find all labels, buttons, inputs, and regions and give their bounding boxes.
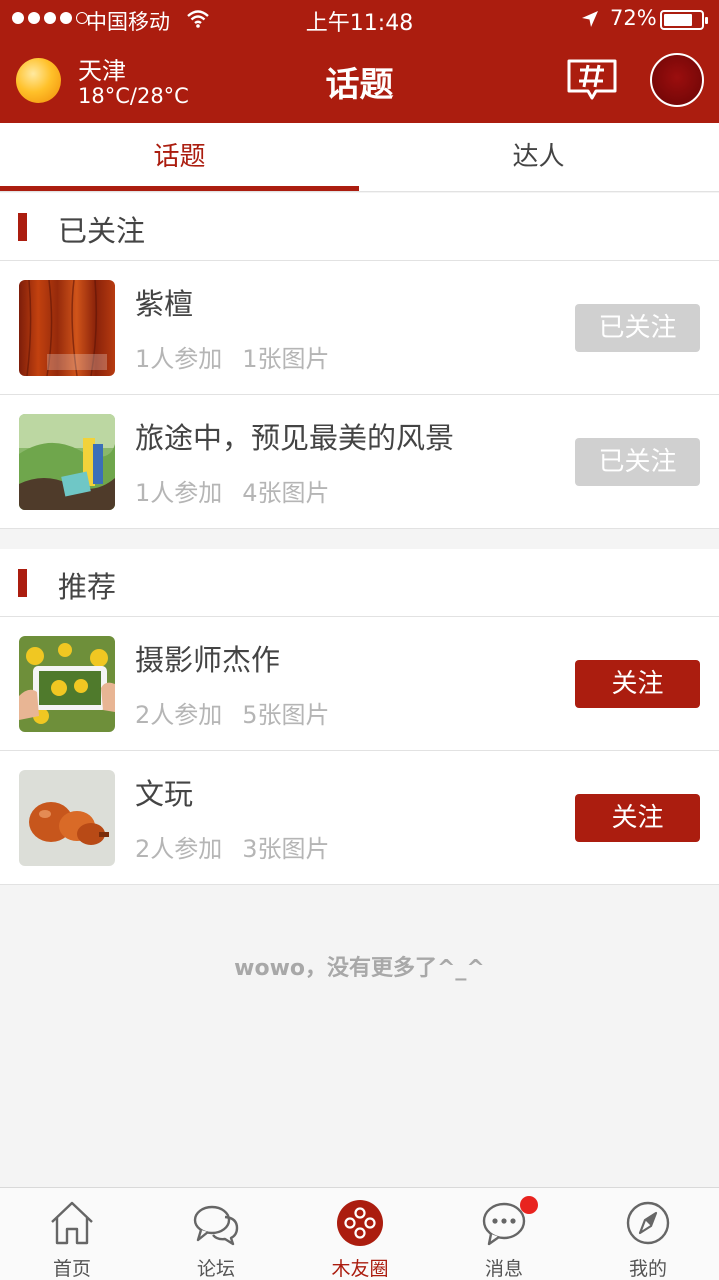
- home-icon: [51, 1201, 93, 1245]
- topic-title[interactable]: 紫檀: [135, 281, 193, 323]
- section-accent-bar: [18, 569, 27, 597]
- topic-row[interactable]: 摄影师杰作 2人参加 5张图片 关注: [0, 617, 719, 751]
- topic-title[interactable]: 摄影师杰作: [135, 637, 280, 679]
- tabbar-item-forum[interactable]: 论坛: [144, 1188, 288, 1280]
- end-of-list-text: wowo，没有更多了^_^: [234, 956, 485, 981]
- topic-meta: 1人参加 4张图片: [135, 473, 330, 508]
- tabbar-label: 木友圈: [331, 1258, 389, 1280]
- topic-participants: 2人参加: [135, 701, 223, 729]
- followed-button[interactable]: 已关注: [575, 304, 700, 352]
- battery-icon: [660, 10, 708, 30]
- tabbar-label: 消息: [484, 1258, 523, 1280]
- status-bar: 中国移动 上午11:48 72%: [0, 0, 719, 40]
- topic-image-count: 5张图片: [242, 701, 330, 729]
- tabbar-label: 论坛: [196, 1258, 235, 1280]
- header: 中国移动 上午11:48 72% 天津 18°C/28°C 话题: [0, 0, 719, 123]
- tabbar-item-friends[interactable]: 木友圈: [288, 1188, 432, 1280]
- top-tabs: 话题 达人: [0, 123, 719, 192]
- topic-participants: 2人参加: [135, 835, 223, 863]
- tab-topics[interactable]: 话题: [0, 123, 359, 192]
- bottom-tab-bar: 首页 论坛 木友圈 消息 我的: [0, 1187, 719, 1280]
- topic-thumbnail[interactable]: [19, 280, 115, 376]
- tabbar-label: 我的: [628, 1258, 667, 1280]
- tab-experts[interactable]: 达人: [359, 123, 718, 192]
- topic-image-count: 3张图片: [242, 835, 330, 863]
- notification-badge: [520, 1196, 538, 1214]
- user-avatar[interactable]: [650, 53, 704, 107]
- topic-title[interactable]: 文玩: [135, 771, 193, 813]
- topic-meta: 1人参加 1张图片: [135, 339, 330, 374]
- battery-percent: 72%: [610, 6, 657, 30]
- section-title: 已关注: [58, 214, 146, 248]
- topic-meta: 2人参加 5张图片: [135, 695, 330, 730]
- topic-title[interactable]: 旅途中，预见最美的风景: [135, 415, 454, 457]
- chat-bubbles-icon: [193, 1205, 239, 1246]
- section-header-recommended: 推荐: [0, 549, 719, 617]
- follow-button[interactable]: 关注: [575, 794, 700, 842]
- topic-image-count: 4张图片: [242, 479, 330, 507]
- section-header-followed: 已关注: [0, 193, 719, 261]
- nav-bar: 天津 18°C/28°C 话题: [0, 40, 719, 123]
- topic-thumbnail[interactable]: [19, 414, 115, 510]
- topic-row[interactable]: 文玩 2人参加 3张图片 关注: [0, 751, 719, 885]
- location-arrow-icon: [582, 11, 598, 27]
- topic-meta: 2人参加 3张图片: [135, 829, 330, 864]
- topic-participants: 1人参加: [135, 345, 223, 373]
- section-accent-bar: [18, 213, 27, 241]
- topic-hash-icon[interactable]: [566, 58, 618, 102]
- followed-button[interactable]: 已关注: [575, 438, 700, 486]
- topic-row[interactable]: 紫檀 1人参加 1张图片 已关注: [0, 261, 719, 395]
- active-tab-indicator: [0, 186, 359, 191]
- section-title: 推荐: [58, 570, 117, 604]
- tabbar-item-messages[interactable]: 消息: [432, 1188, 576, 1280]
- topic-image-count: 1张图片: [242, 345, 330, 373]
- tabbar-item-me[interactable]: 我的: [576, 1188, 719, 1280]
- topic-thumbnail[interactable]: [19, 770, 115, 866]
- compass-icon: [626, 1201, 670, 1245]
- follow-button[interactable]: 关注: [575, 660, 700, 708]
- topic-thumbnail[interactable]: [19, 636, 115, 732]
- tabbar-label: 首页: [52, 1258, 91, 1280]
- topic-participants: 1人参加: [135, 479, 223, 507]
- topic-row[interactable]: 旅途中，预见最美的风景 1人参加 4张图片 已关注: [0, 395, 719, 529]
- tabbar-item-home[interactable]: 首页: [0, 1188, 144, 1280]
- circle-dots-icon: [337, 1200, 383, 1246]
